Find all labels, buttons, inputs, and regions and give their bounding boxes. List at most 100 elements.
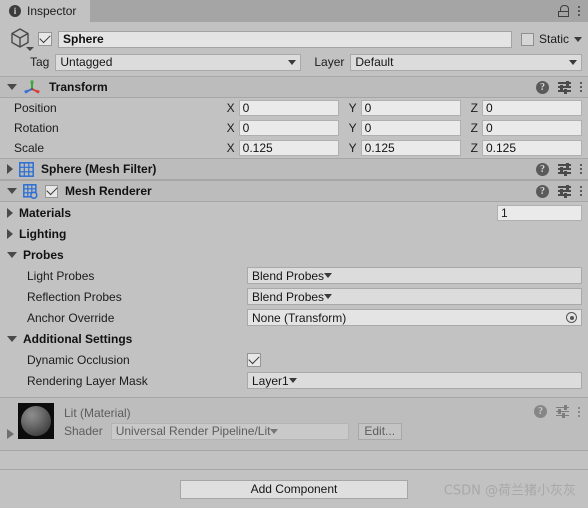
reflection-probes-dropdown[interactable]: Blend Probes: [247, 288, 582, 305]
preset-icon[interactable]: [558, 162, 571, 176]
scale-vector3: X 0.125 Y 0.125 Z 0.125: [227, 140, 582, 156]
help-icon[interactable]: ?: [534, 405, 547, 418]
material-preview-block: Lit (Material) Shader Universal Render P…: [0, 397, 588, 451]
scale-y-value: 0.125: [360, 140, 461, 156]
materials-label: Materials: [19, 205, 72, 220]
rotation-x-field[interactable]: X 0: [227, 120, 339, 136]
foldout-materials[interactable]: Materials 1: [0, 202, 588, 223]
component-title-mesh-filter: Sphere (Mesh Filter): [41, 162, 157, 176]
component-title-mesh-renderer: Mesh Renderer: [65, 184, 152, 198]
shader-value: Universal Render Pipeline/Lit: [115, 424, 271, 438]
anchor-override-label: Anchor Override: [27, 310, 115, 325]
preset-icon[interactable]: [556, 405, 569, 418]
object-picker-icon[interactable]: [566, 312, 577, 323]
object-name-row: Sphere Static: [0, 26, 588, 52]
tab-bar: i Inspector: [0, 0, 588, 22]
chevron-down-icon: [270, 428, 279, 434]
component-header-mesh-filter[interactable]: Sphere (Mesh Filter) ?: [0, 158, 588, 180]
position-z-field[interactable]: Z 0: [471, 100, 582, 116]
object-header: Sphere Static Tag Untagged Layer Default: [0, 22, 588, 76]
shader-label: Shader: [64, 424, 103, 438]
rotation-y-field[interactable]: Y 0: [349, 120, 461, 136]
preset-icon[interactable]: [558, 184, 571, 198]
info-icon: i: [9, 5, 21, 17]
foldout-arrow-icon[interactable]: [7, 251, 17, 258]
scale-z-field[interactable]: Z 0.125: [471, 140, 582, 156]
axis-label-x: X: [226, 101, 235, 115]
foldout-arrow-icon[interactable]: [7, 228, 13, 239]
rotation-z-field[interactable]: Z 0: [471, 120, 582, 136]
foldout-arrow-icon[interactable]: [7, 164, 13, 174]
cube-icon[interactable]: [8, 26, 34, 52]
add-component-button[interactable]: Add Component: [180, 479, 408, 499]
footer-bar: Add Component CSDN @荷兰猪小灰灰: [0, 469, 588, 508]
property-row-position: Position X 0 Y 0 Z 0: [0, 98, 588, 118]
foldout-additional-settings[interactable]: Additional Settings: [0, 328, 588, 349]
anchor-override-value: None (Transform): [252, 310, 347, 325]
anchor-override-object-field[interactable]: None (Transform): [247, 309, 582, 326]
component-header-mesh-renderer[interactable]: Mesh Renderer ?: [0, 180, 588, 202]
mesh-renderer-enabled-checkbox[interactable]: [45, 183, 58, 198]
material-thumbnail[interactable]: [18, 403, 54, 439]
additional-settings-label: Additional Settings: [23, 331, 133, 346]
component-title-transform: Transform: [49, 80, 108, 94]
foldout-arrow-icon[interactable]: [7, 188, 17, 194]
foldout-arrow-icon[interactable]: [7, 429, 14, 439]
kebab-menu-icon[interactable]: [580, 82, 582, 92]
axis-label-z: Z: [470, 141, 478, 155]
object-enabled-checkbox[interactable]: [38, 31, 52, 46]
foldout-arrow-icon[interactable]: [7, 84, 17, 90]
scale-x-value: 0.125: [238, 140, 339, 156]
shader-dropdown[interactable]: Universal Render Pipeline/Lit: [110, 422, 349, 440]
inspector-window: i Inspector Sphere Static Tag Untagged L…: [0, 0, 588, 508]
help-icon[interactable]: ?: [536, 162, 549, 176]
rendering-layer-mask-dropdown[interactable]: Layer1: [247, 372, 582, 389]
help-icon[interactable]: ?: [536, 80, 549, 94]
rotation-y-value: 0: [360, 120, 461, 136]
property-row-rendering-layer-mask: Rendering Layer Mask Layer1: [0, 370, 588, 391]
property-row-reflection-probes: Reflection Probes Blend Probes: [0, 286, 588, 307]
kebab-menu-icon[interactable]: [580, 186, 582, 196]
scale-x-field[interactable]: X 0.125: [227, 140, 339, 156]
kebab-menu-icon[interactable]: [578, 6, 580, 16]
help-icon[interactable]: ?: [536, 184, 549, 198]
component-header-transform[interactable]: Transform ?: [0, 76, 588, 98]
scale-y-field[interactable]: Y 0.125: [349, 140, 461, 156]
foldout-arrow-icon[interactable]: [7, 335, 17, 342]
axis-label-z: Z: [470, 101, 478, 115]
position-y-field[interactable]: Y 0: [349, 100, 461, 116]
materials-count-field[interactable]: 1: [497, 204, 582, 221]
layer-dropdown[interactable]: Default: [350, 53, 582, 71]
tab-inspector[interactable]: i Inspector: [0, 0, 91, 22]
rendering-layer-mask-value: Layer1: [252, 373, 289, 388]
object-name-input[interactable]: Sphere: [58, 30, 512, 48]
position-x-field[interactable]: X 0: [227, 100, 339, 116]
material-shader-row: Shader Universal Render Pipeline/Lit Edi…: [64, 422, 582, 440]
rotation-vector3: X 0 Y 0 Z 0: [227, 120, 582, 136]
foldout-arrow-icon[interactable]: [7, 207, 13, 218]
component-header-actions-mesh-renderer: ?: [536, 184, 582, 198]
position-z-value: 0: [482, 100, 582, 116]
axis-label-y: Y: [348, 101, 357, 115]
position-x-value: 0: [238, 100, 339, 116]
watermark-text: CSDN @荷兰猪小灰灰: [443, 483, 576, 499]
kebab-menu-icon[interactable]: [578, 406, 580, 417]
dynamic-occlusion-checkbox[interactable]: [247, 352, 261, 367]
tag-dropdown[interactable]: Untagged: [55, 53, 302, 71]
edit-shader-button[interactable]: Edit...: [357, 422, 402, 440]
component-header-actions-mesh-filter: ?: [536, 162, 582, 176]
preset-icon[interactable]: [558, 80, 571, 94]
light-probes-dropdown[interactable]: Blend Probes: [247, 267, 582, 284]
dynamic-occlusion-label: Dynamic Occlusion: [27, 352, 130, 367]
tag-layer-row: Tag Untagged Layer Default: [0, 50, 588, 76]
lock-icon[interactable]: [558, 5, 569, 17]
foldout-probes[interactable]: Probes: [0, 244, 588, 265]
chevron-down-icon[interactable]: [574, 36, 582, 42]
rotation-label: Rotation: [14, 121, 59, 135]
foldout-lighting[interactable]: Lighting: [0, 223, 588, 244]
mesh-renderer-icon: [23, 183, 38, 199]
static-checkbox[interactable]: [520, 32, 534, 46]
kebab-menu-icon[interactable]: [580, 164, 582, 174]
property-row-rotation: Rotation X 0 Y 0 Z 0: [0, 118, 588, 138]
material-header-actions: ?: [534, 405, 580, 418]
